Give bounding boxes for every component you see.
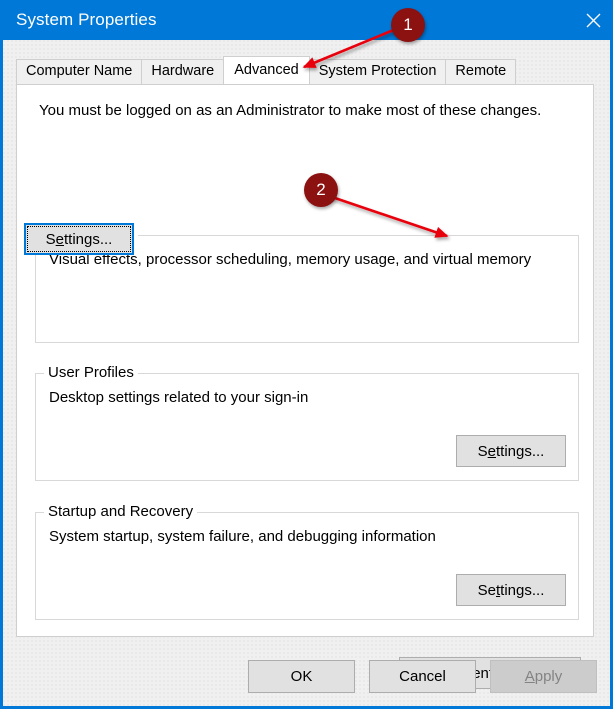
- tab-hardware[interactable]: Hardware: [141, 59, 225, 84]
- performance-group: Performance Visual effects, processor sc…: [24, 223, 579, 343]
- startup-recovery-settings-button[interactable]: Se t tings...: [456, 574, 566, 606]
- startup-recovery-group-label: Startup and Recovery: [44, 503, 198, 520]
- startup-recovery-settings-label-suffix: tings...: [500, 581, 545, 599]
- tab-advanced[interactable]: Advanced: [223, 56, 310, 84]
- ok-button[interactable]: OK: [248, 660, 355, 693]
- startup-recovery-settings-label-prefix: Se: [477, 581, 496, 599]
- user-profiles-group-label: User Profiles: [44, 364, 138, 381]
- tab-computer-name[interactable]: Computer Name: [16, 59, 143, 84]
- title-bar: System Properties: [3, 0, 610, 40]
- user-profiles-settings-label-prefix: S: [477, 442, 488, 460]
- apply-label-mnemonic: A: [524, 668, 535, 685]
- administrator-notice: You must be logged on as an Administrato…: [39, 102, 542, 119]
- performance-settings-label-prefix: S: [45, 230, 56, 248]
- performance-settings-label-suffix: ttings...: [64, 230, 113, 248]
- cancel-button[interactable]: Cancel: [369, 660, 476, 693]
- startup-recovery-group: Startup and Recovery System startup, sys…: [35, 503, 579, 620]
- tab-strip: Computer Name Hardware Advanced System P…: [16, 56, 517, 84]
- user-profiles-group: User Profiles Desktop settings related t…: [35, 364, 579, 481]
- tab-remote[interactable]: Remote: [445, 59, 517, 84]
- user-profiles-settings-label-mnemonic: e: [487, 442, 496, 460]
- tab-system-protection[interactable]: System Protection: [308, 59, 447, 84]
- performance-settings-button[interactable]: Se ttings...: [24, 223, 134, 255]
- dialog-action-bar: OK Cancel Apply: [3, 660, 610, 700]
- user-profiles-settings-label-suffix: ttings...: [496, 442, 545, 460]
- performance-settings-label-mnemonic: e: [55, 230, 64, 248]
- system-properties-window: System Properties Computer Name Hardware…: [0, 0, 613, 709]
- apply-label-suffix: pply: [534, 668, 563, 685]
- user-profiles-description: Desktop settings related to your sign-in: [49, 389, 309, 406]
- close-icon[interactable]: [570, 0, 610, 40]
- apply-button: Apply: [490, 660, 597, 693]
- window-title: System Properties: [16, 10, 157, 29]
- user-profiles-settings-button[interactable]: Se ttings...: [456, 435, 566, 467]
- startup-recovery-description: System startup, system failure, and debu…: [49, 528, 436, 545]
- advanced-tab-panel: You must be logged on as an Administrato…: [16, 84, 594, 689]
